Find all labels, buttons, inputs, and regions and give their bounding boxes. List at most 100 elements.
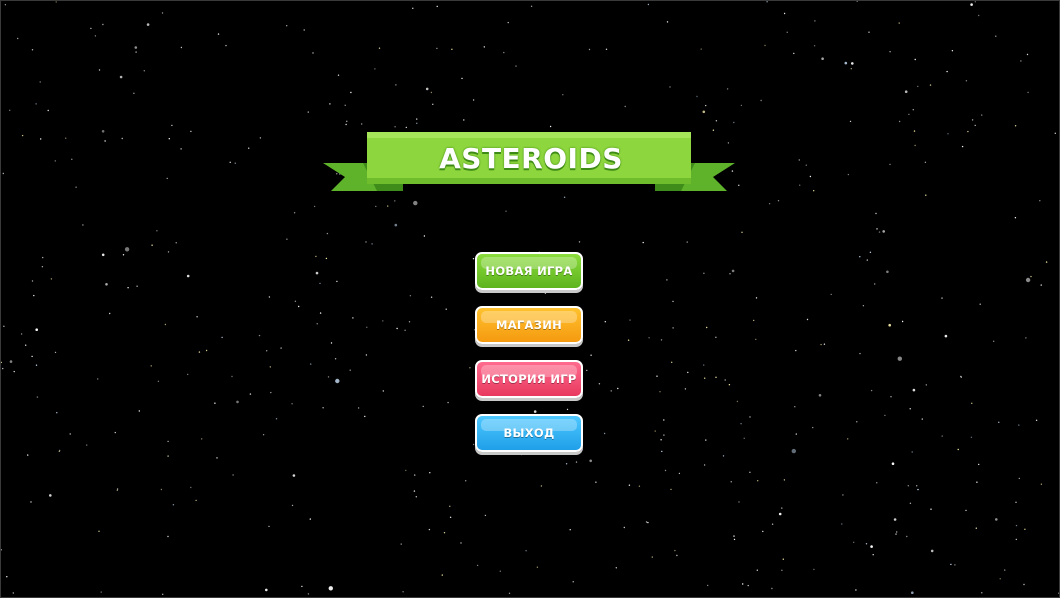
star bbox=[315, 271, 319, 275]
star bbox=[40, 138, 42, 140]
star bbox=[865, 543, 868, 545]
star bbox=[954, 564, 956, 566]
star bbox=[870, 389, 873, 392]
star bbox=[231, 375, 233, 378]
star bbox=[416, 118, 418, 120]
star bbox=[460, 542, 462, 544]
star bbox=[378, 47, 381, 49]
star bbox=[766, 1, 768, 3]
star bbox=[806, 318, 809, 321]
star bbox=[1054, 132, 1057, 134]
star bbox=[914, 58, 916, 61]
star bbox=[180, 148, 182, 150]
star bbox=[1, 549, 2, 551]
star bbox=[678, 472, 681, 475]
new-game-button[interactable]: НОВАЯ ИГРА bbox=[475, 252, 583, 290]
star bbox=[31, 49, 34, 51]
star bbox=[54, 160, 56, 162]
star bbox=[795, 433, 797, 435]
star bbox=[686, 241, 688, 243]
star bbox=[292, 474, 296, 477]
star bbox=[374, 68, 376, 70]
star bbox=[874, 283, 876, 285]
star bbox=[1015, 538, 1017, 541]
star bbox=[234, 162, 236, 164]
star bbox=[740, 104, 743, 107]
star bbox=[310, 363, 312, 365]
shop-button[interactable]: МАГАЗИН bbox=[475, 306, 583, 344]
star bbox=[898, 22, 900, 24]
star bbox=[101, 253, 105, 257]
star bbox=[912, 388, 916, 392]
star bbox=[268, 296, 271, 298]
star bbox=[733, 538, 736, 541]
star bbox=[917, 488, 919, 491]
star bbox=[1, 361, 2, 364]
star bbox=[876, 482, 878, 484]
star bbox=[702, 110, 706, 114]
star bbox=[821, 57, 824, 60]
star bbox=[562, 94, 564, 96]
star bbox=[3, 325, 5, 327]
star bbox=[704, 377, 706, 379]
star bbox=[916, 485, 918, 487]
star bbox=[623, 526, 625, 529]
star bbox=[335, 378, 340, 384]
star bbox=[974, 124, 976, 127]
star bbox=[201, 438, 203, 440]
star bbox=[258, 334, 261, 337]
star bbox=[133, 92, 135, 95]
star bbox=[664, 469, 667, 472]
star bbox=[540, 485, 543, 487]
star bbox=[676, 554, 678, 557]
star bbox=[30, 501, 32, 503]
star bbox=[841, 523, 843, 525]
star bbox=[196, 316, 198, 318]
star bbox=[706, 326, 708, 329]
star bbox=[615, 567, 617, 569]
star bbox=[781, 507, 783, 509]
star bbox=[813, 568, 815, 571]
star bbox=[415, 496, 417, 498]
star bbox=[361, 123, 363, 125]
star bbox=[56, 412, 58, 414]
star bbox=[979, 303, 981, 305]
star bbox=[422, 405, 424, 408]
star bbox=[805, 164, 807, 166]
exit-button[interactable]: ВЫХОД bbox=[475, 414, 583, 452]
star bbox=[764, 44, 766, 47]
star bbox=[654, 430, 656, 432]
star bbox=[394, 126, 396, 128]
star bbox=[382, 320, 384, 322]
star bbox=[49, 494, 52, 497]
star bbox=[86, 444, 88, 446]
star bbox=[461, 77, 463, 80]
star bbox=[150, 365, 152, 367]
star bbox=[505, 210, 507, 212]
star bbox=[605, 48, 608, 50]
star bbox=[119, 75, 123, 79]
star bbox=[666, 21, 669, 23]
star bbox=[749, 471, 751, 473]
star bbox=[921, 418, 923, 420]
star bbox=[221, 336, 223, 339]
star bbox=[736, 400, 739, 403]
game-history-button[interactable]: ИСТОРИЯ ИГР bbox=[475, 360, 583, 398]
star bbox=[536, 566, 539, 568]
star bbox=[116, 489, 119, 491]
star bbox=[265, 588, 268, 592]
star bbox=[135, 51, 137, 53]
star bbox=[569, 529, 571, 531]
star bbox=[400, 543, 402, 545]
star bbox=[941, 435, 943, 437]
star bbox=[851, 62, 854, 65]
star bbox=[214, 402, 216, 404]
star bbox=[9, 109, 11, 112]
star bbox=[914, 144, 916, 147]
star bbox=[978, 14, 980, 17]
star bbox=[1026, 53, 1029, 56]
star bbox=[946, 70, 948, 73]
star bbox=[627, 339, 630, 341]
star bbox=[604, 321, 606, 323]
star bbox=[82, 224, 84, 226]
